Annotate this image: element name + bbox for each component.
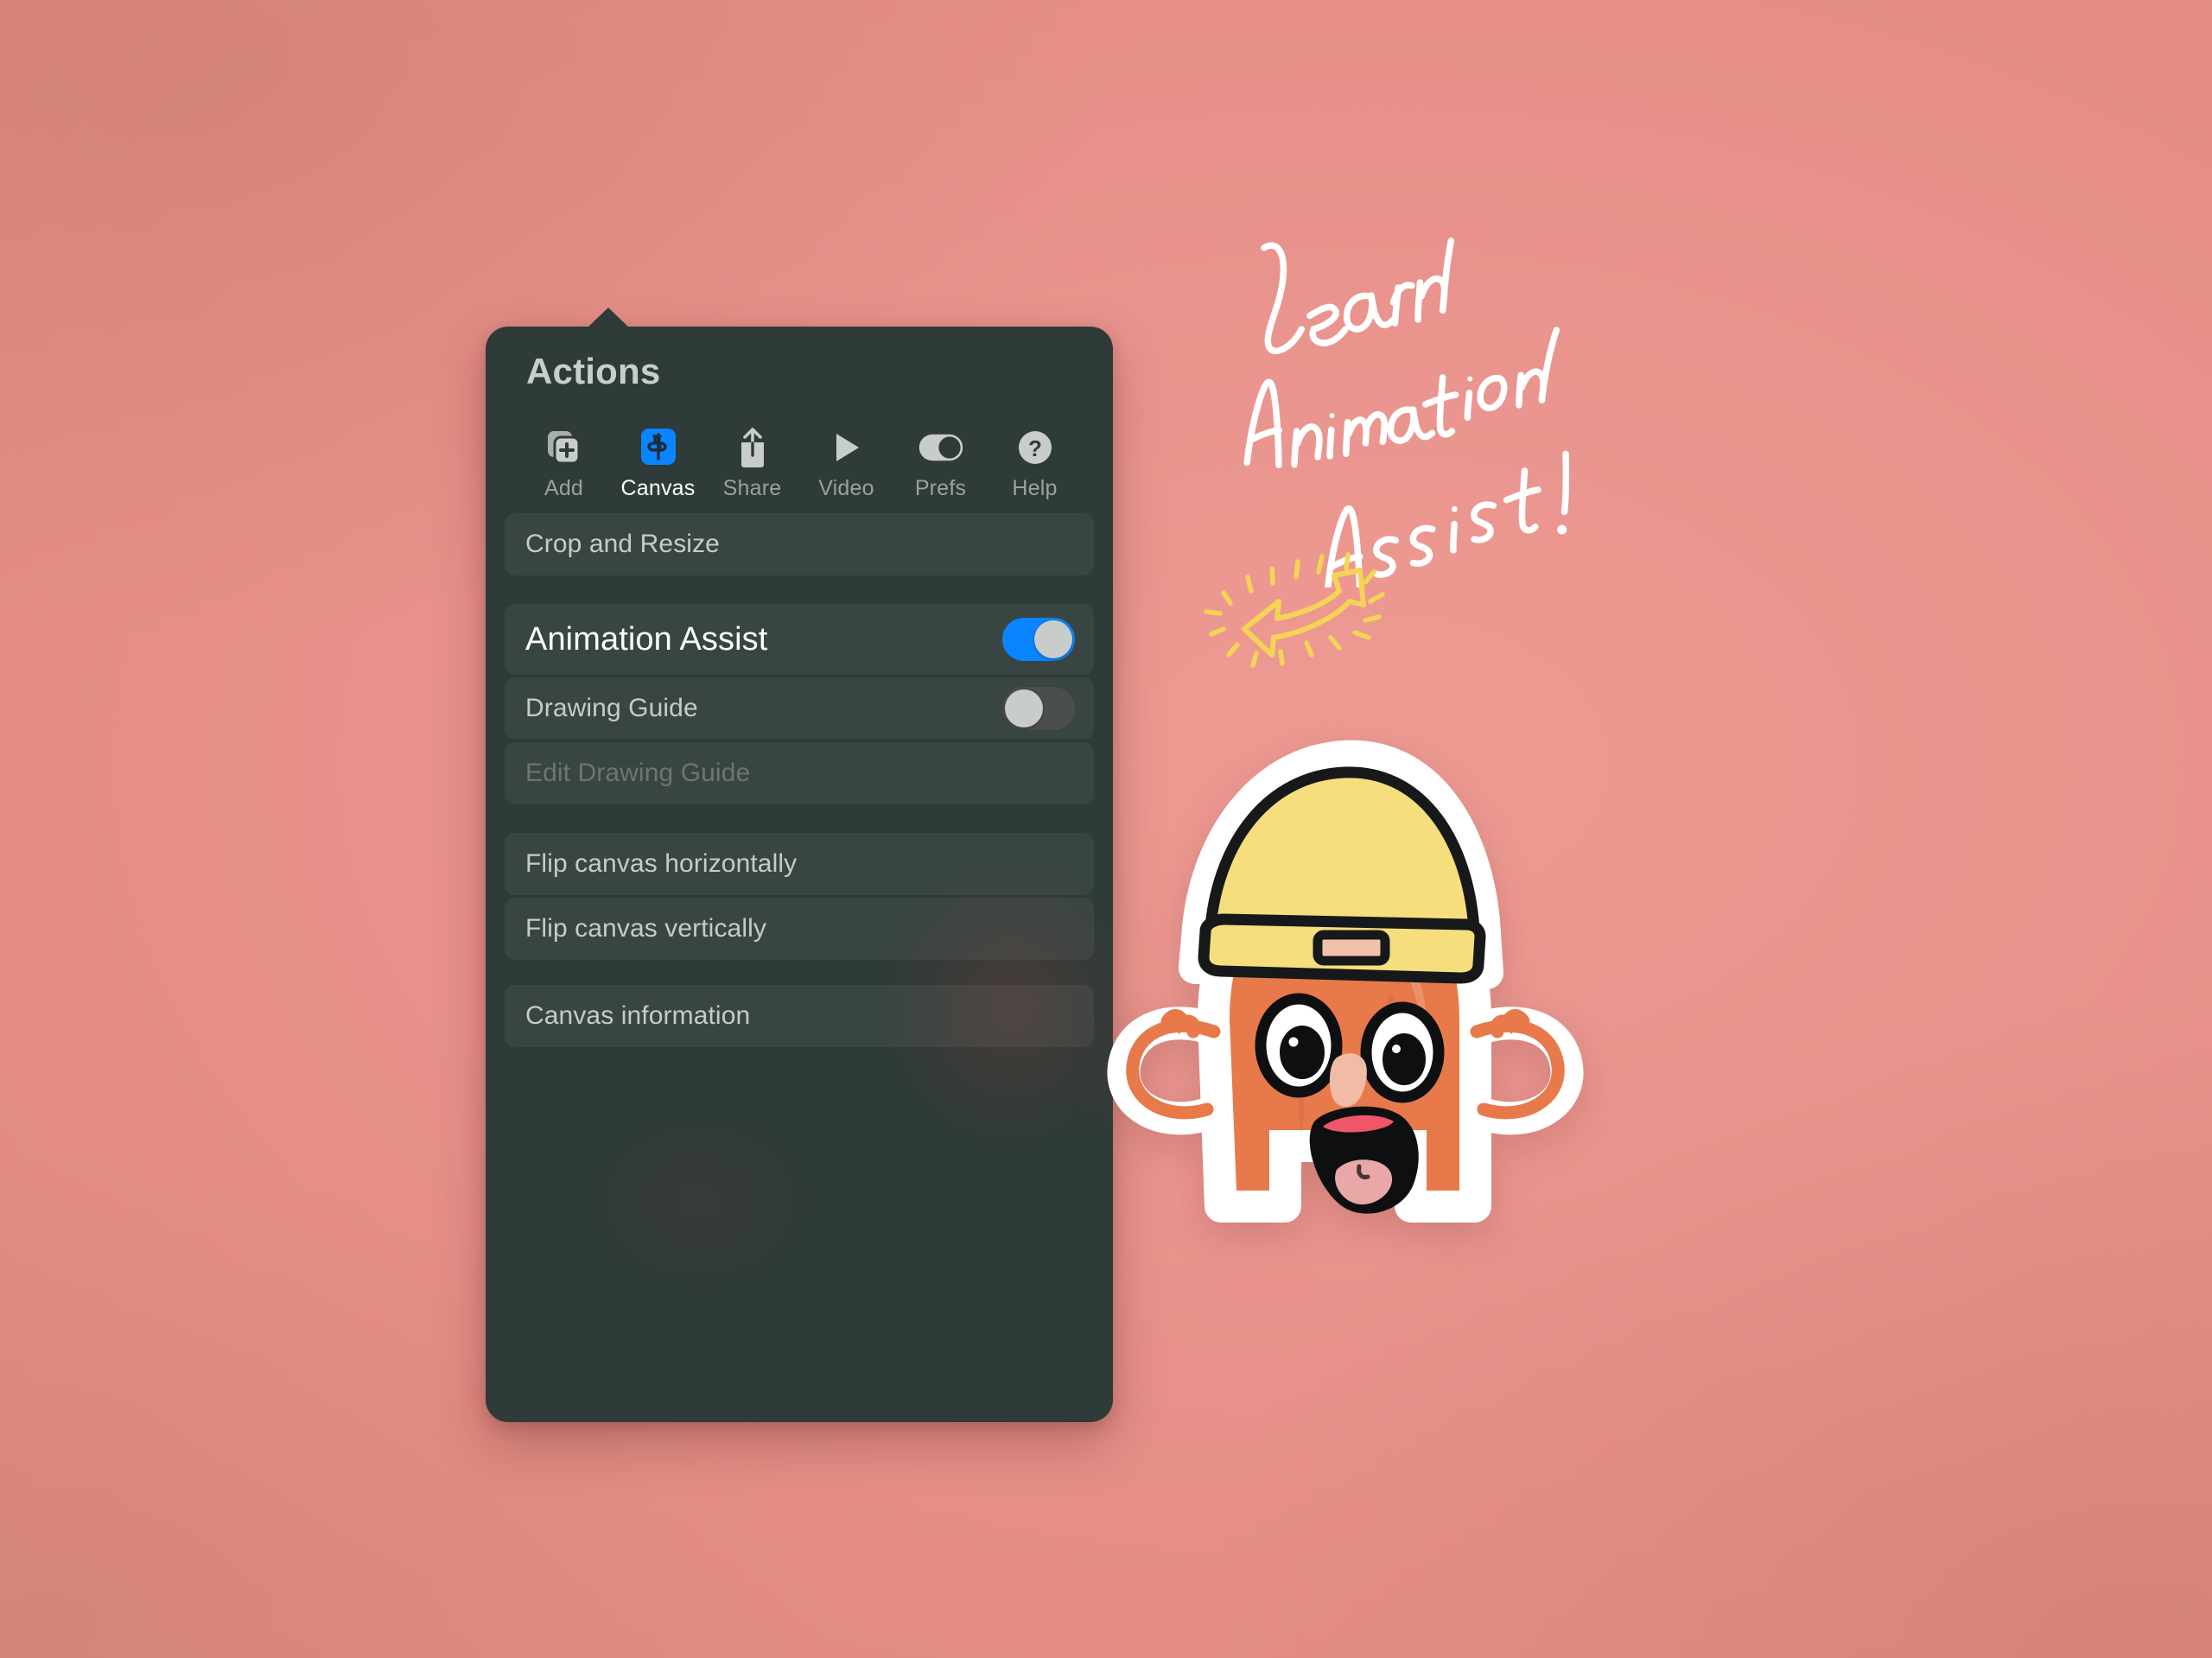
tab-video[interactable]: Video — [799, 425, 893, 501]
toggle-knob — [1034, 620, 1072, 658]
row-canvas-information-label: Canvas information — [525, 1001, 751, 1030]
row-flip-canvas-horizontally[interactable]: Flip canvas horizontally — [505, 833, 1094, 895]
add-layer-icon — [540, 425, 588, 470]
drawing-guide-toggle[interactable] — [1002, 687, 1075, 730]
toggle-icon — [917, 425, 965, 470]
canvas-icon — [634, 425, 683, 470]
actions-row-list: Crop and Resize Animation Assist Drawing… — [505, 513, 1094, 1047]
row-flip-canvas-vertically-label: Flip canvas vertically — [525, 914, 766, 943]
tab-prefs-label: Prefs — [914, 476, 967, 500]
tab-help-label: Help — [1012, 476, 1058, 500]
toggle-knob — [1005, 689, 1043, 727]
tab-video-label: Video — [818, 476, 874, 500]
tab-help[interactable]: ? Help — [988, 425, 1082, 501]
tab-prefs[interactable]: Prefs — [893, 425, 988, 501]
row-edit-drawing-guide: Edit Drawing Guide — [505, 742, 1094, 804]
actions-popover-panel: Actions Add Canvas Share Video Prefs ? H… — [486, 308, 1113, 1422]
tab-canvas-label: Canvas — [620, 476, 696, 500]
row-canvas-information[interactable]: Canvas information — [505, 985, 1094, 1047]
row-edit-drawing-guide-label: Edit Drawing Guide — [525, 759, 751, 787]
question-mark-icon: ? — [1011, 425, 1059, 470]
tab-canvas[interactable]: Canvas — [611, 425, 705, 501]
tab-add-label: Add — [543, 476, 584, 500]
row-flip-canvas-vertically[interactable]: Flip canvas vertically — [505, 898, 1094, 960]
tab-add[interactable]: Add — [517, 425, 611, 501]
row-flip-canvas-horizontally-label: Flip canvas horizontally — [525, 849, 798, 878]
section-divider-2 — [505, 807, 1094, 833]
tab-share-label: Share — [722, 476, 782, 500]
row-drawing-guide-label: Drawing Guide — [525, 694, 698, 722]
row-animation-assist-label: Animation Assist — [525, 620, 768, 657]
actions-tab-strip: Add Canvas Share Video Prefs ? Help — [505, 418, 1094, 501]
row-crop-and-resize[interactable]: Crop and Resize — [505, 513, 1094, 575]
row-crop-and-resize-label: Crop and Resize — [525, 530, 720, 558]
tab-share[interactable]: Share — [705, 425, 799, 501]
svg-text:?: ? — [1028, 435, 1042, 461]
share-icon — [728, 425, 777, 470]
page-title: Actions — [526, 351, 661, 391]
video-play-icon — [823, 425, 871, 470]
section-divider-3 — [505, 962, 1094, 985]
animation-assist-toggle[interactable] — [1002, 618, 1075, 661]
popover-pointer-arrow — [588, 308, 629, 327]
section-divider-1 — [505, 578, 1094, 604]
row-animation-assist[interactable]: Animation Assist — [505, 604, 1094, 675]
row-drawing-guide[interactable]: Drawing Guide — [505, 677, 1094, 740]
